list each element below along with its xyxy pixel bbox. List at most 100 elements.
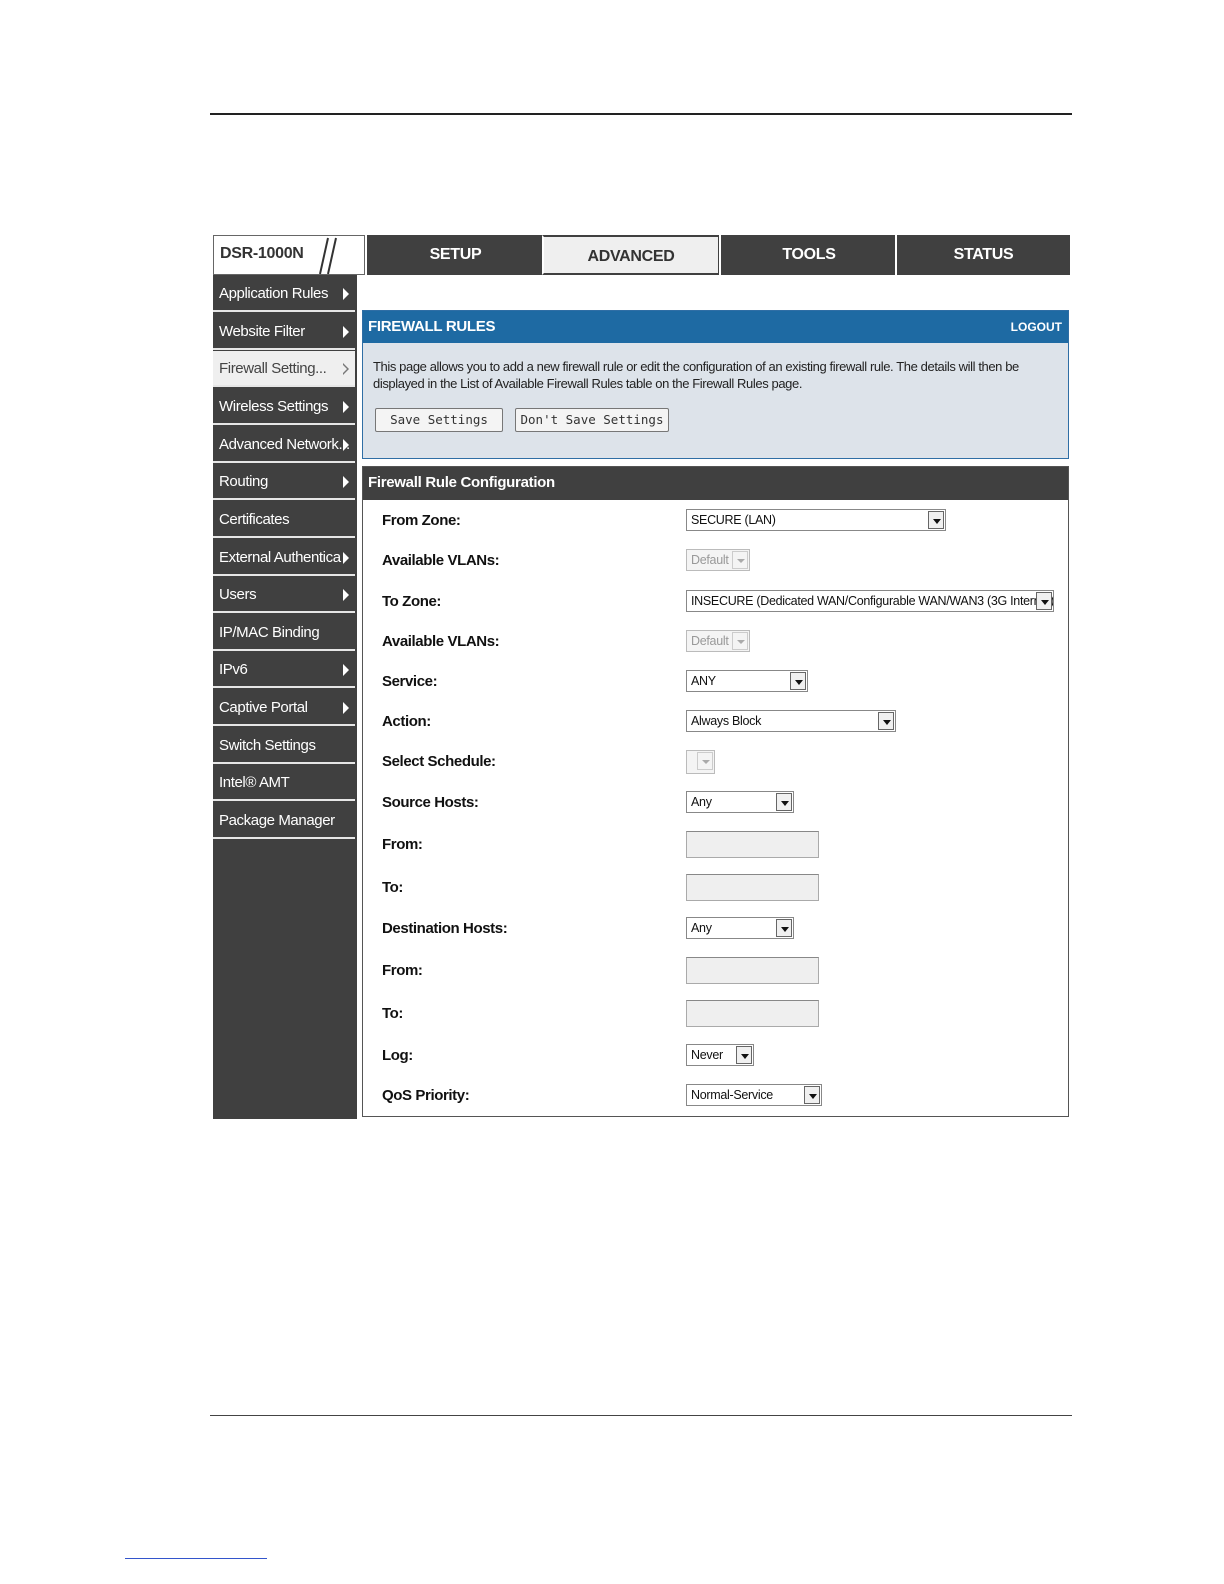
source-hosts-select[interactable]: Any [686, 791, 794, 813]
sidebar-item-ipv6[interactable]: IPv6 [213, 652, 355, 688]
sidebar-item-users[interactable]: Users [213, 577, 355, 613]
sidebar: Application Rules Website Filter Firewal… [213, 275, 357, 1119]
action-value: Always Block [691, 714, 762, 728]
top-nav-bar: DSR-1000N SETUP ADVANCED TOOLS STATUS [213, 235, 1070, 275]
dont-save-settings-button[interactable]: Don't Save Settings [515, 408, 669, 432]
tab-advanced[interactable]: ADVANCED [542, 235, 720, 275]
from-zone-label: From Zone: [382, 512, 461, 529]
sidebar-item-ip-mac-binding[interactable]: IP/MAC Binding [213, 615, 355, 651]
sidebar-item-label: Website Filter [219, 323, 305, 340]
sidebar-item-label: Application Rules [219, 285, 329, 302]
submenu-arrow-icon [343, 288, 349, 300]
sidebar-item-label: Routing [219, 473, 268, 490]
from-vlans-label: Available VLANs: [382, 552, 500, 569]
sidebar-item-label: Captive Portal [219, 699, 308, 716]
sidebar-item-package-manager[interactable]: Package Manager [213, 803, 355, 839]
brand-logo: DSR-1000N [213, 235, 365, 275]
sidebar-item-label: Firewall Setting... [219, 360, 327, 377]
log-select[interactable]: Never [686, 1044, 754, 1066]
submenu-arrow-icon [343, 401, 349, 413]
source-to-input[interactable] [686, 874, 819, 901]
sidebar-item-label: Package Manager [219, 812, 335, 829]
from-vlans-value: Default [691, 553, 729, 567]
sidebar-item-intel-amt[interactable]: Intel® AMT [213, 765, 355, 801]
to-zone-value: INSECURE (Dedicated WAN/Configurable WAN… [691, 594, 1054, 608]
chevron-down-icon [697, 752, 713, 770]
footer-link-underline [125, 1558, 267, 1559]
qos-priority-label: QoS Priority: [382, 1087, 470, 1104]
schedule-select[interactable] [686, 750, 715, 774]
source-hosts-value: Any [691, 795, 712, 809]
panel-title: Firewall Rule Configuration [368, 474, 555, 491]
page-description: This page allows you to add a new firewa… [373, 359, 1019, 391]
to-vlans-select[interactable]: Default [686, 630, 750, 652]
submenu-arrow-icon [343, 552, 349, 564]
sidebar-item-firewall-settings[interactable]: Firewall Setting... [213, 351, 355, 387]
banner-header: FIREWALL RULES LOGOUT [363, 311, 1068, 343]
submenu-arrow-icon [343, 476, 349, 488]
chevron-down-icon [1036, 592, 1052, 610]
sidebar-item-advanced-network[interactable]: Advanced Network... [213, 427, 355, 463]
sidebar-item-external-authentication[interactable]: External Authentica [213, 540, 355, 576]
submenu-arrow-icon [343, 664, 349, 676]
to-vlans-value: Default [691, 634, 729, 648]
sidebar-item-label: Wireless Settings [219, 398, 329, 415]
sidebar-item-label: Advanced Network... [219, 436, 350, 453]
destination-to-input[interactable] [686, 1000, 819, 1027]
source-from-label: From: [382, 836, 423, 853]
chevron-down-icon [732, 632, 748, 650]
source-from-input[interactable] [686, 831, 819, 858]
submenu-arrow-icon [343, 702, 349, 714]
chevron-down-icon [776, 919, 792, 937]
sidebar-item-certificates[interactable]: Certificates [213, 502, 355, 538]
submenu-arrow-icon [343, 363, 349, 375]
from-zone-value: SECURE (LAN) [691, 513, 776, 527]
sidebar-item-label: Users [219, 586, 257, 603]
page-bottom-rule [210, 1415, 1072, 1416]
service-select[interactable]: ANY [686, 670, 808, 692]
tab-setup[interactable]: SETUP [365, 235, 544, 275]
chevron-down-icon [878, 712, 894, 730]
chevron-down-icon [732, 551, 748, 569]
submenu-arrow-icon [343, 439, 349, 451]
destination-hosts-value: Any [691, 921, 712, 935]
sidebar-item-wireless-settings[interactable]: Wireless Settings [213, 389, 355, 425]
action-select[interactable]: Always Block [686, 710, 896, 732]
sidebar-item-routing[interactable]: Routing [213, 464, 355, 500]
sidebar-item-label: Certificates [219, 511, 290, 528]
sidebar-item-label: Switch Settings [219, 737, 316, 754]
log-value: Never [691, 1048, 723, 1062]
sidebar-item-switch-settings[interactable]: Switch Settings [213, 728, 355, 764]
source-to-label: To: [382, 879, 404, 896]
service-label: Service: [382, 673, 438, 690]
chevron-down-icon [736, 1046, 752, 1064]
submenu-arrow-icon [343, 589, 349, 601]
destination-hosts-select[interactable]: Any [686, 917, 794, 939]
to-zone-select[interactable]: INSECURE (Dedicated WAN/Configurable WAN… [686, 590, 1054, 612]
service-value: ANY [691, 674, 716, 688]
logout-link[interactable]: LOGOUT [1011, 320, 1062, 334]
tab-status[interactable]: STATUS [895, 235, 1070, 275]
panel-header: Firewall Rule Configuration [363, 467, 1068, 500]
qos-priority-value: Normal-Service [691, 1088, 773, 1102]
action-label: Action: [382, 713, 431, 730]
sidebar-item-application-rules[interactable]: Application Rules [213, 276, 355, 312]
from-zone-select[interactable]: SECURE (LAN) [686, 509, 946, 531]
qos-priority-select[interactable]: Normal-Service [686, 1084, 822, 1106]
firewall-rule-configuration-panel: Firewall Rule Configuration From Zone: S… [362, 466, 1069, 1117]
destination-from-input[interactable] [686, 957, 819, 984]
select-schedule-label: Select Schedule: [382, 753, 496, 770]
destination-hosts-label: Destination Hosts: [382, 920, 508, 937]
tab-tools[interactable]: TOOLS [719, 235, 897, 275]
sidebar-item-label: IPv6 [219, 661, 248, 678]
chevron-down-icon [804, 1086, 820, 1104]
firewall-rules-banner: FIREWALL RULES LOGOUT This page allows y… [362, 310, 1069, 459]
sidebar-item-captive-portal[interactable]: Captive Portal [213, 690, 355, 726]
submenu-arrow-icon [343, 326, 349, 338]
chevron-down-icon [790, 672, 806, 690]
to-zone-label: To Zone: [382, 593, 442, 610]
sidebar-item-label: External Authentica [219, 549, 341, 566]
from-vlans-select[interactable]: Default [686, 549, 750, 571]
sidebar-item-website-filter[interactable]: Website Filter [213, 314, 355, 350]
save-settings-button[interactable]: Save Settings [375, 408, 503, 432]
